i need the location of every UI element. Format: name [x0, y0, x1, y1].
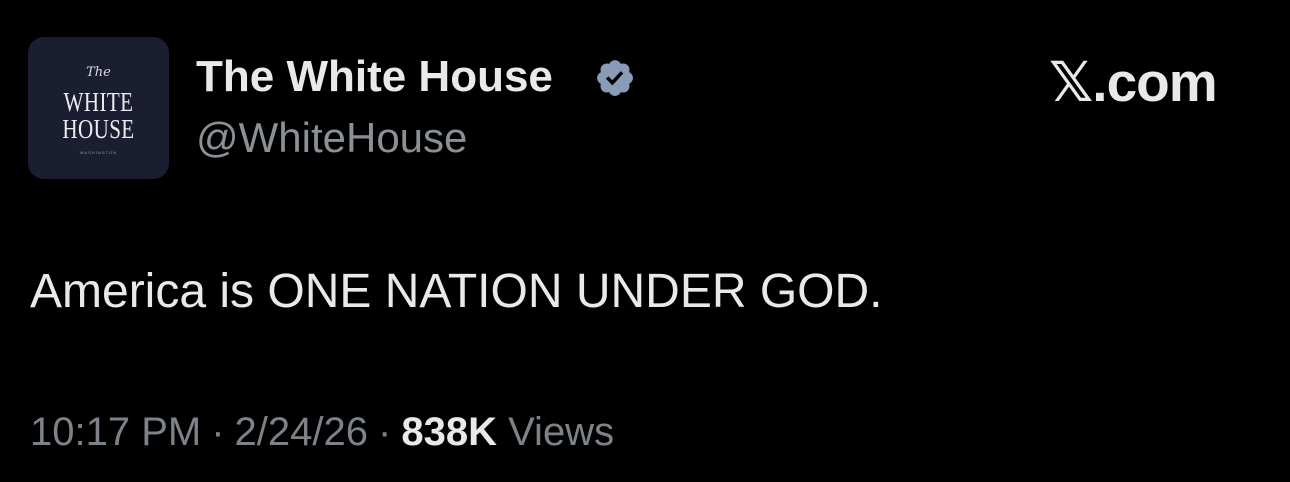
meta-separator: · [378, 410, 392, 454]
views-count[interactable]: 838K [401, 410, 497, 454]
tweet-meta: 10:17 PM · 2/24/26 · 838K Views [30, 410, 614, 455]
author-handle[interactable]: @WhiteHouse [196, 114, 467, 162]
author-display-name[interactable]: The White House [196, 52, 553, 102]
avatar-the-text: The [86, 65, 111, 80]
avatar[interactable]: The WHITE HOUSE WASHINGTON [28, 37, 169, 179]
x-com-logo: 𝕏.com [1049, 51, 1218, 113]
tweet-date[interactable]: 2/24/26 [235, 410, 368, 454]
tweet-time[interactable]: 10:17 PM [30, 410, 201, 454]
tweet-card: The WHITE HOUSE WASHINGTON The White Hou… [0, 0, 1290, 482]
verified-badge-icon [597, 60, 633, 96]
avatar-washington-text: WASHINGTON [79, 150, 118, 155]
views-label: Views [508, 410, 615, 454]
tweet-text: America is ONE NATION UNDER GOD. [30, 265, 883, 318]
meta-separator: · [211, 410, 225, 454]
avatar-house-text: HOUSE [62, 114, 135, 144]
